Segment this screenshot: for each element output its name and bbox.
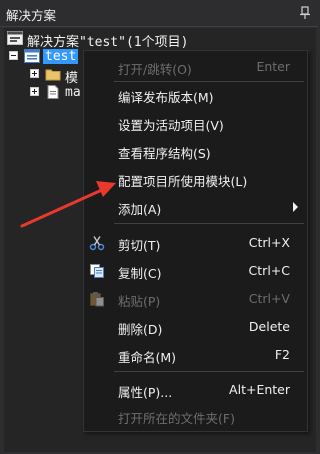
menu-item-label: 添加(A) [118,202,162,217]
menu-item-configure-modules[interactable]: 配置项目所使用模块(L) [84,167,307,191]
menu-item-shortcut: Ctrl+V [248,291,290,306]
menu-item-shortcut: Ctrl+C [248,263,290,278]
menu-item-shortcut: F2 [274,347,290,362]
menu-item-shortcut: Delete [248,319,290,334]
menu-item-cut[interactable]: 剪切(T) Ctrl+X [84,231,307,255]
menu-item-paste[interactable]: 粘贴(P) Ctrl+V [84,287,307,311]
menu-item-label: 设置为活动项目(V) [118,118,224,133]
menu-item-label: 查看程序结构(S) [118,146,211,161]
submenu-arrow-icon [293,202,298,212]
menu-item-open[interactable]: 打开/跳转(O) Enter [84,55,307,79]
menu-item-open-containing-folder[interactable]: 打开所在的文件夹(F) [84,404,307,428]
menu-item-label: 复制(C) [118,266,162,281]
tree-row-solution[interactable]: 解决方案"test"(1个项目) [4,30,314,50]
menu-item-rename[interactable]: 重命名(M) F2 [84,343,307,367]
menu-item-label: 打开所在的文件夹(F) [118,411,235,426]
pin-icon[interactable] [299,6,311,20]
solution-icon [7,31,23,45]
menu-item-delete[interactable]: 删除(D) Delete [84,315,307,339]
menu-item-label: 重命名(M) [118,350,177,365]
menu-item-copy[interactable]: 复制(C) Ctrl+C [84,259,307,283]
project-icon [24,49,40,63]
menu-item-label: 属性(P)... [118,385,173,400]
menu-separator [114,371,304,372]
paste-icon [90,292,104,307]
tree-row-file[interactable]: ma [4,84,84,102]
menu-item-label: 剪切(T) [118,238,161,253]
menu-item-add[interactable]: 添加(A) [84,195,307,219]
menu-item-build-release[interactable]: 编译发布版本(M) [84,83,307,107]
tree-row-project[interactable]: test [4,48,94,66]
panel-header: 解决方案 [0,0,318,27]
scissors-icon [89,236,105,251]
expand-toggle[interactable] [30,69,39,78]
menu-separator [114,81,304,82]
project-label: test [43,49,79,64]
menu-item-label: 配置项目所使用模块(L) [118,174,248,189]
menu-item-shortcut: Alt+Enter [229,382,290,397]
tree-row-folder[interactable]: 模 [4,66,84,86]
folder-icon [45,69,61,81]
menu-item-label: 打开/跳转(O) [118,62,192,77]
collapse-toggle[interactable] [9,51,18,60]
panel-title: 解决方案 [6,8,57,23]
context-menu: 打开/跳转(O) Enter 编译发布版本(M) 设置为活动项目(V) 查看程序… [83,50,308,432]
copy-icon [90,264,104,278]
menu-item-label: 粘贴(P) [118,294,161,309]
menu-separator [114,223,304,224]
menu-item-label: 删除(D) [118,322,163,337]
file-icon [47,85,59,99]
menu-item-set-active-project[interactable]: 设置为活动项目(V) [84,111,307,135]
menu-item-shortcut: Ctrl+X [248,235,290,250]
menu-item-shortcut: Enter [256,59,290,74]
menu-item-properties[interactable]: 属性(P)... Alt+Enter [84,378,307,402]
expand-toggle[interactable] [30,87,39,96]
menu-item-label: 编译发布版本(M) [118,90,214,105]
menu-item-view-structure[interactable]: 查看程序结构(S) [84,139,307,163]
file-label: ma [65,85,81,100]
